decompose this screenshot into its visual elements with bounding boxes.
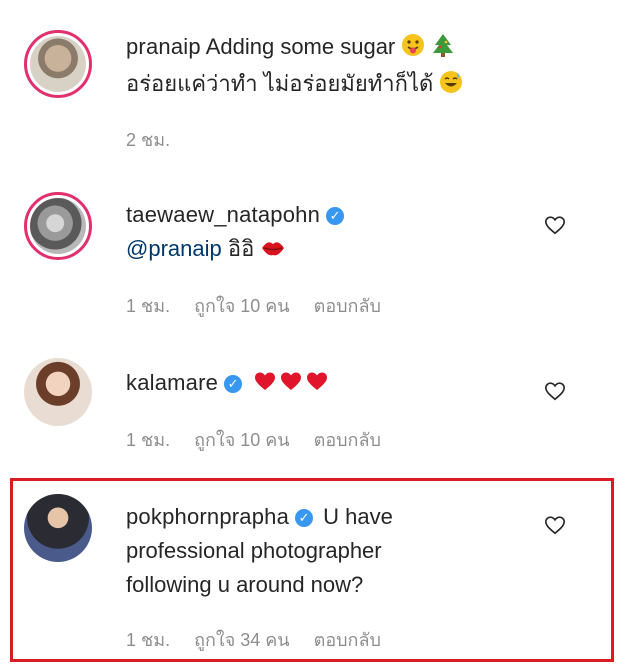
comment-meta: 1 ชม. ถูกใจ 10 คน ตอบกลับ [126, 294, 381, 318]
lips-emoji-icon [260, 235, 286, 269]
comment-text: pranaip Adding some sugar อร่อยแค่ว่าทำ … [126, 30, 526, 104]
like-count[interactable]: ถูกใจ 34 คน [194, 628, 290, 652]
reply-button[interactable]: ตอบกลับ [314, 628, 381, 652]
comment-body: อิอิ [227, 236, 255, 261]
comment-text: pokphornprapha ✓ U have professional phot… [126, 500, 526, 602]
verified-badge-icon: ✓ [224, 375, 243, 393]
like-heart-icon[interactable] [544, 514, 566, 536]
username[interactable]: pokphornprapha [126, 504, 289, 529]
avatar[interactable] [24, 494, 92, 562]
avatar[interactable] [24, 30, 92, 98]
comment-body-line2: อร่อยแค่ว่าทำ ไม่อร่อยมัยทำก็ได้ [126, 71, 434, 96]
comment-body-line3: following u around now? [126, 572, 364, 597]
sweat-smile-emoji-icon [439, 70, 463, 104]
comment-meta: 2 ชม. [126, 128, 170, 152]
reply-button[interactable]: ตอบกลับ [314, 428, 381, 452]
timestamp: 2 ชม. [126, 130, 171, 150]
verified-badge-icon: ✓ [326, 207, 345, 225]
comment-text: taewaew_natapohn ✓ @pranaip อิอิ [126, 198, 526, 269]
comment-meta: 1 ชม. ถูกใจ 34 คน ตอบกลับ [126, 628, 381, 652]
timestamp: 1 ชม. [126, 296, 171, 316]
avatar[interactable] [24, 192, 92, 260]
username[interactable]: kalamare [126, 370, 218, 395]
timestamp: 1 ชม. [126, 630, 171, 650]
comment-body-line2: professional photographer [126, 538, 382, 563]
comment-meta: 1 ชม. ถูกใจ 10 คน ตอบกลับ [126, 428, 381, 452]
username[interactable]: pranaip [126, 34, 201, 59]
username[interactable]: taewaew_natapohn [126, 202, 320, 227]
like-heart-icon[interactable] [544, 380, 566, 402]
tree-emoji-icon [432, 33, 454, 67]
comment-body-line1: U have [323, 504, 393, 529]
comment-text: kalamare ✓ [126, 366, 526, 403]
red-heart-emoji-icon [304, 369, 330, 403]
like-heart-icon[interactable] [544, 214, 566, 236]
avatar[interactable] [24, 358, 92, 426]
like-count[interactable]: ถูกใจ 10 คน [194, 428, 290, 452]
like-count[interactable]: ถูกใจ 10 คน [194, 294, 290, 318]
tongue-emoji-icon [401, 33, 425, 67]
comment-body: Adding some sugar [205, 34, 396, 59]
red-heart-emoji-icon [278, 369, 304, 403]
timestamp: 1 ชม. [126, 430, 171, 450]
red-heart-emoji-icon [252, 369, 278, 403]
reply-button[interactable]: ตอบกลับ [314, 294, 381, 318]
verified-badge-icon: ✓ [295, 509, 314, 527]
mention-link[interactable]: @pranaip [126, 236, 222, 261]
